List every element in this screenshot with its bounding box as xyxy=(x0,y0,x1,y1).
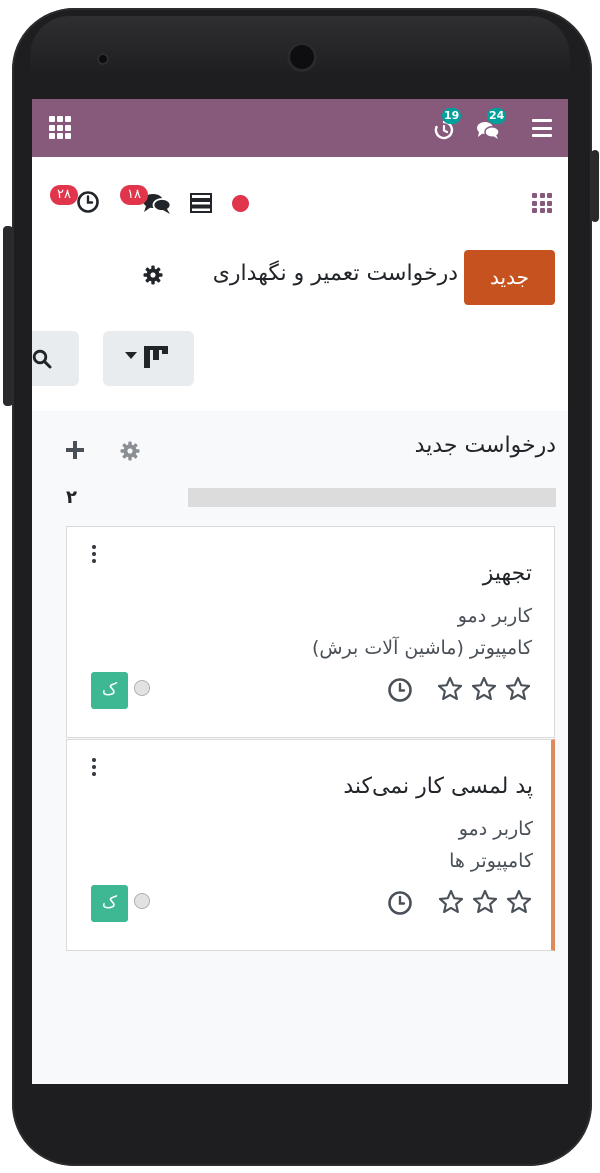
phone-side-button xyxy=(3,226,13,406)
card-user: کاربر دمو xyxy=(458,818,533,840)
search-button[interactable] xyxy=(32,331,79,386)
search-icon xyxy=(32,349,52,369)
status-indicator[interactable] xyxy=(134,680,150,696)
column-title: درخواست جدید xyxy=(414,433,556,458)
gear-icon[interactable] xyxy=(143,265,163,285)
star-icon[interactable] xyxy=(437,888,465,916)
screen: 19 24 ۲۸ ۱۸ جدید درخواست تعمیر و نگهداری… xyxy=(32,99,568,1084)
activity-count-badge: 19 xyxy=(442,108,462,124)
card-equipment: کامپیوتر (ماشین آلات برش) xyxy=(311,637,532,659)
new-button[interactable]: جدید xyxy=(464,250,555,305)
kebab-icon[interactable] xyxy=(91,545,97,563)
messages-count-badge: 24 xyxy=(487,108,507,124)
priority-stars[interactable] xyxy=(437,888,533,916)
card-user: کاربر دمو xyxy=(457,605,532,627)
plus-icon[interactable] xyxy=(66,441,84,459)
activity-button[interactable]: 19 xyxy=(430,108,462,144)
apps-icon[interactable] xyxy=(532,193,552,213)
avatar[interactable]: ک xyxy=(91,672,128,709)
activities-count-badge: ۲۸ xyxy=(50,185,78,205)
page-title: درخواست تعمیر و نگهداری xyxy=(212,261,458,286)
clock-icon[interactable] xyxy=(387,677,413,703)
menu-icon[interactable] xyxy=(532,119,552,137)
phone-camera xyxy=(97,53,109,65)
gear-icon[interactable] xyxy=(120,441,140,461)
kanban-card[interactable]: پد لمسی کار نمی‌کند کاربر دمو کامپیوتر ه… xyxy=(66,739,555,951)
kanban-icon xyxy=(144,346,168,368)
activities-button[interactable]: ۲۸ xyxy=(50,185,102,217)
star-icon[interactable] xyxy=(470,675,498,703)
star-icon[interactable] xyxy=(504,675,532,703)
star-icon[interactable] xyxy=(471,888,499,916)
column-count: ۲ xyxy=(66,487,77,508)
discuss-button[interactable]: ۱۸ xyxy=(120,185,174,217)
card-title: تجهیز xyxy=(482,561,532,586)
kebab-icon[interactable] xyxy=(91,758,97,776)
phone-speaker xyxy=(287,42,317,72)
star-icon[interactable] xyxy=(505,888,533,916)
recording-indicator xyxy=(232,195,249,212)
priority-stars[interactable] xyxy=(436,675,532,703)
discuss-count-badge: ۱۸ xyxy=(120,185,148,205)
list-icon[interactable] xyxy=(190,193,212,213)
clock-icon xyxy=(77,191,99,213)
card-title: پد لمسی کار نمی‌کند xyxy=(343,774,533,799)
top-navbar: 19 24 xyxy=(32,99,568,157)
card-equipment: کامپیوتر ها xyxy=(449,850,533,872)
status-indicator[interactable] xyxy=(134,893,150,909)
view-switcher-button[interactable] xyxy=(103,331,194,386)
kanban-board: درخواست جدید ۲ تجهیز کاربر دمو کامپیوتر … xyxy=(32,411,568,1084)
star-icon[interactable] xyxy=(436,675,464,703)
column-progress-bar xyxy=(188,488,556,507)
kanban-card[interactable]: تجهیز کاربر دمو کامپیوتر (ماشین آلات برش… xyxy=(66,526,555,738)
messages-button[interactable]: 24 xyxy=(475,108,507,144)
chevron-down-icon xyxy=(125,352,137,359)
phone-power-button xyxy=(591,150,599,222)
clock-icon[interactable] xyxy=(387,890,413,916)
apps-menu-button[interactable] xyxy=(49,116,73,140)
avatar[interactable]: ک xyxy=(91,885,128,922)
